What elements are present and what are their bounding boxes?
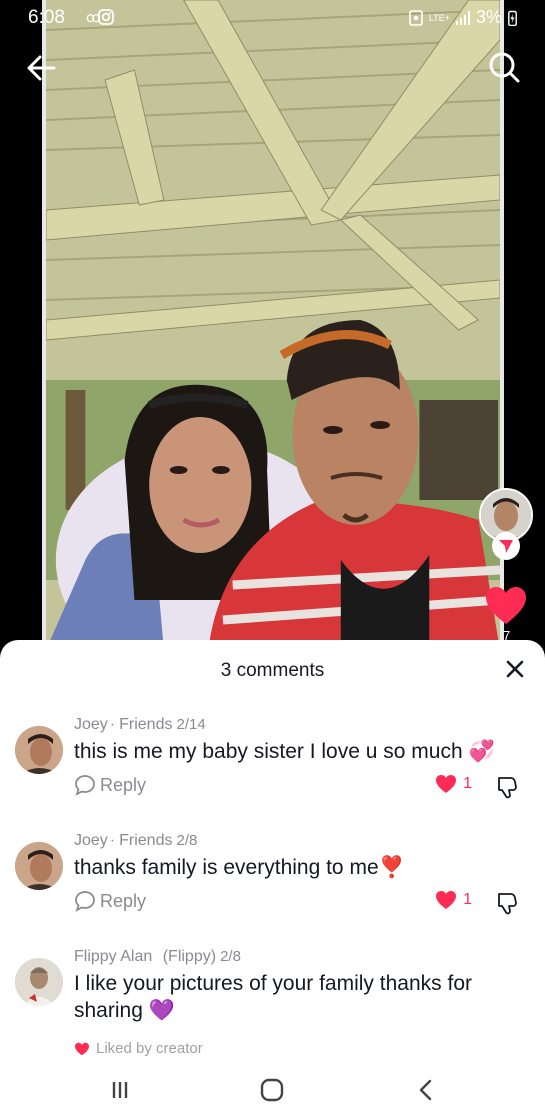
comment-date: 2/14 [176,716,206,733]
comment-relation: Friends [119,832,173,849]
comment-text: I like your pictures of your family than… [74,972,472,1022]
comment-item: Flippy Alan (Flippy) 2/8 I like your pict… [0,948,545,1068]
status-right: LTE+ 3% [409,7,517,28]
comment-actions: Reply 1 [74,774,534,802]
comment-text: this is me my baby sister I love u so mu… [74,740,495,763]
comment-author[interactable]: Joey [74,716,108,733]
comment-meta: Joey · Friends 2/14 [74,716,206,733]
status-bar: 6:08 ꝏ LTE+ 3% [0,0,545,34]
comment-author[interactable]: Flippy Alan [74,948,152,965]
liked-by-label: Liked by creator [96,1040,203,1057]
thumbs-down-icon [498,893,517,915]
battery-percent: 3% [475,7,502,27]
comment-like-button[interactable]: 1 [435,774,472,794]
comment-actions: Reply 1 [74,890,534,918]
avatar-image [15,842,63,890]
signal-icon [455,10,470,25]
comment-meta: Flippy Alan (Flippy) 2/8 [74,948,241,966]
comment-author[interactable]: Joey [74,832,108,849]
liked-by-creator: Liked by creator [74,1040,203,1057]
avatar-image [15,958,63,1006]
instagram-icon [98,9,114,25]
nav-back-button[interactable] [406,1074,446,1106]
follow-button[interactable] [492,532,520,560]
couple-photo [46,0,500,650]
recent-apps-button[interactable] [100,1074,140,1106]
home-button[interactable] [252,1074,292,1106]
commenter-avatar[interactable] [15,726,63,774]
comment-item: Joey · Friends 2/14 this is me my baby sist… [0,716,545,816]
network-type: LTE+ [428,12,450,23]
home-icon [260,1078,284,1102]
data-saver-icon [409,9,423,26]
search-button[interactable] [485,48,525,88]
heart-icon [436,891,457,909]
system-nav-bar [0,1060,545,1120]
comment-item: Joey · Friends 2/8 thanks family is everyth… [0,832,545,932]
search-icon [489,52,520,83]
back-button[interactable] [22,48,62,88]
video-frame [42,0,504,650]
comments-sheet: 3 comments Joey · Friends 2/14 this is me m… [0,640,545,1120]
comment-date: 2/8 [176,832,198,849]
dislike-button[interactable] [494,890,520,916]
commenter-avatar[interactable] [15,958,63,1006]
comment-like-count: 1 [463,891,472,908]
comments-header: 3 comments [0,640,545,700]
battery-charging-icon [508,10,517,26]
dislike-button[interactable] [494,774,520,800]
comment-relation: Friends [119,716,173,733]
close-button[interactable] [503,657,527,681]
heart-icon [436,775,457,793]
heart-icon [75,1042,89,1055]
chevron-left-icon [419,1079,432,1101]
reply-label: Reply [100,774,147,795]
reply-label: Reply [100,890,147,911]
commenter-avatar[interactable] [15,842,63,890]
video-player[interactable]: 6:08 ꝏ LTE+ 3% 7 [0,0,545,660]
comment-date: 2/8 [220,948,241,965]
comment-like-button[interactable]: 1 [435,890,472,910]
reply-button[interactable]: Reply [74,890,146,912]
reply-bubble-icon [75,775,95,796]
avatar-image [15,726,63,774]
status-time: 6:08 [28,7,65,28]
close-icon [506,660,524,678]
reply-button[interactable]: Reply [74,774,146,796]
send-arrow-icon [499,540,513,553]
comment-like-count: 1 [463,775,472,792]
reply-bubble-icon [75,891,95,912]
comment-username: (Flippy) [162,948,217,965]
comment-meta: Joey · Friends 2/8 [74,832,198,849]
thumbs-down-icon [498,777,517,799]
recent-apps-icon [112,1082,128,1098]
comment-text: thanks family is everything to me❣️ [74,856,405,879]
comments-count-title: 3 comments [220,660,325,681]
like-heart-icon[interactable] [485,586,527,626]
arrow-left-icon [27,55,56,81]
